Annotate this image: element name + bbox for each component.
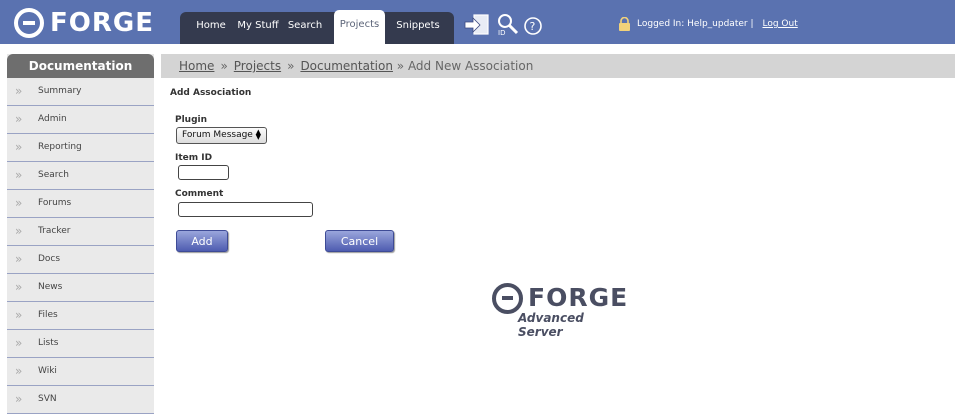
sidebar-item-tracker[interactable]: » Tracker xyxy=(7,218,154,246)
logout-link[interactable]: Log Out xyxy=(762,19,797,29)
breadcrumb-projects[interactable]: Projects xyxy=(234,59,281,73)
footer-logo-word: FORGE xyxy=(528,283,629,312)
main-content: Add Association Plugin Forum Message ▲ ▼ … xyxy=(161,78,955,400)
breadcrumb-current: » Add New Association xyxy=(396,59,534,73)
plugin-select-value: Forum Message xyxy=(182,130,253,140)
sidebar-item-news[interactable]: » News xyxy=(7,274,154,302)
sidebar-item-lists[interactable]: » Lists xyxy=(7,330,154,358)
sidebar-item-label: Docs xyxy=(38,254,61,264)
double-chevron-icon: » xyxy=(15,336,23,350)
double-chevron-icon: » xyxy=(15,252,23,266)
double-chevron-icon: » xyxy=(15,224,23,238)
sidebar-title: Documentation xyxy=(7,54,154,78)
main-nav: Home My Stuff Search Projects Snippets xyxy=(180,10,454,44)
double-chevron-icon: » xyxy=(15,196,23,210)
forge-advanced-server-logo: FORGE Advanced Server xyxy=(492,283,632,339)
nav-projects[interactable]: Projects xyxy=(334,10,385,44)
comment-input[interactable] xyxy=(178,202,313,217)
item-id-label: Item ID xyxy=(175,153,213,163)
nav-snippets[interactable]: Snippets xyxy=(392,12,444,44)
double-chevron-icon: » xyxy=(15,112,23,126)
double-chevron-icon: » xyxy=(15,168,23,182)
sidebar-item-forums[interactable]: » Forums xyxy=(7,190,154,218)
add-button[interactable]: Add xyxy=(176,230,228,252)
breadcrumb-documentation[interactable]: Documentation xyxy=(300,59,393,73)
svg-text:?: ? xyxy=(530,20,536,33)
svg-text:ID: ID xyxy=(498,29,505,37)
forge-logo-mark xyxy=(492,283,523,314)
sidebar-item-docs[interactable]: » Docs xyxy=(7,246,154,274)
footer-logo-subtitle: Advanced Server xyxy=(518,311,584,339)
sidebar-item-label: Wiki xyxy=(38,366,57,376)
sidebar: Documentation » Summary » Admin » Reporting… xyxy=(7,54,154,414)
sidebar-item-label: Summary xyxy=(38,86,82,96)
cancel-button[interactable]: Cancel xyxy=(325,230,394,252)
lock-icon xyxy=(619,17,630,31)
top-header: FORGE Home My Stuff Search Projects Snip… xyxy=(0,0,955,44)
sidebar-item-reporting[interactable]: » Reporting xyxy=(7,134,154,162)
sidebar-item-label: Files xyxy=(38,310,58,320)
double-chevron-icon: » xyxy=(15,140,23,154)
forge-logo[interactable]: FORGE xyxy=(14,7,154,38)
item-id-input[interactable] xyxy=(178,165,229,180)
sidebar-item-files[interactable]: » Files xyxy=(7,302,154,330)
sidebar-item-label: News xyxy=(38,282,63,292)
breadcrumb: Home » Projects » Documentation » Add New As… xyxy=(161,54,955,78)
sidebar-item-label: Forums xyxy=(38,198,72,208)
form-title: Add Association xyxy=(170,88,252,98)
double-chevron-icon: » xyxy=(15,280,23,294)
nav-home[interactable]: Home xyxy=(190,12,232,44)
signin-icon[interactable] xyxy=(464,14,490,36)
plugin-label: Plugin xyxy=(175,115,208,125)
breadcrumb-separator: » xyxy=(287,59,295,73)
sidebar-item-admin[interactable]: » Admin xyxy=(7,106,154,134)
logged-in-label: Logged In: Help_updater | xyxy=(637,19,754,29)
forge-logo-mark xyxy=(14,7,44,38)
forge-logo-text: FORGE xyxy=(50,7,154,38)
breadcrumb-home[interactable]: Home xyxy=(179,59,214,73)
double-chevron-icon: » xyxy=(15,308,23,322)
nav-search[interactable]: Search xyxy=(284,12,326,44)
breadcrumb-separator: » xyxy=(220,59,228,73)
sidebar-item-label: Lists xyxy=(38,338,59,348)
plugin-select[interactable]: Forum Message ▲ ▼ xyxy=(176,127,267,144)
sidebar-item-svn[interactable]: » SVN xyxy=(7,386,154,414)
help-icon[interactable]: ? xyxy=(523,16,543,36)
sidebar-item-label: Tracker xyxy=(38,226,71,236)
sidebar-item-label: Admin xyxy=(38,114,67,124)
sidebar-item-label: Reporting xyxy=(38,142,82,152)
sidebar-item-search[interactable]: » Search xyxy=(7,162,154,190)
double-chevron-icon: » xyxy=(15,84,23,98)
user-area: Logged In: Help_updater | Log Out xyxy=(618,17,798,31)
sidebar-item-label: Search xyxy=(38,170,69,180)
comment-label: Comment xyxy=(175,189,224,199)
search-id-icon[interactable]: ID xyxy=(497,13,519,37)
select-arrows-icon: ▲ ▼ xyxy=(255,128,261,141)
sidebar-item-wiki[interactable]: » Wiki xyxy=(7,358,154,386)
sidebar-item-summary[interactable]: » Summary xyxy=(7,78,154,106)
double-chevron-icon: » xyxy=(15,364,23,378)
nav-my-stuff[interactable]: My Stuff xyxy=(236,12,280,44)
